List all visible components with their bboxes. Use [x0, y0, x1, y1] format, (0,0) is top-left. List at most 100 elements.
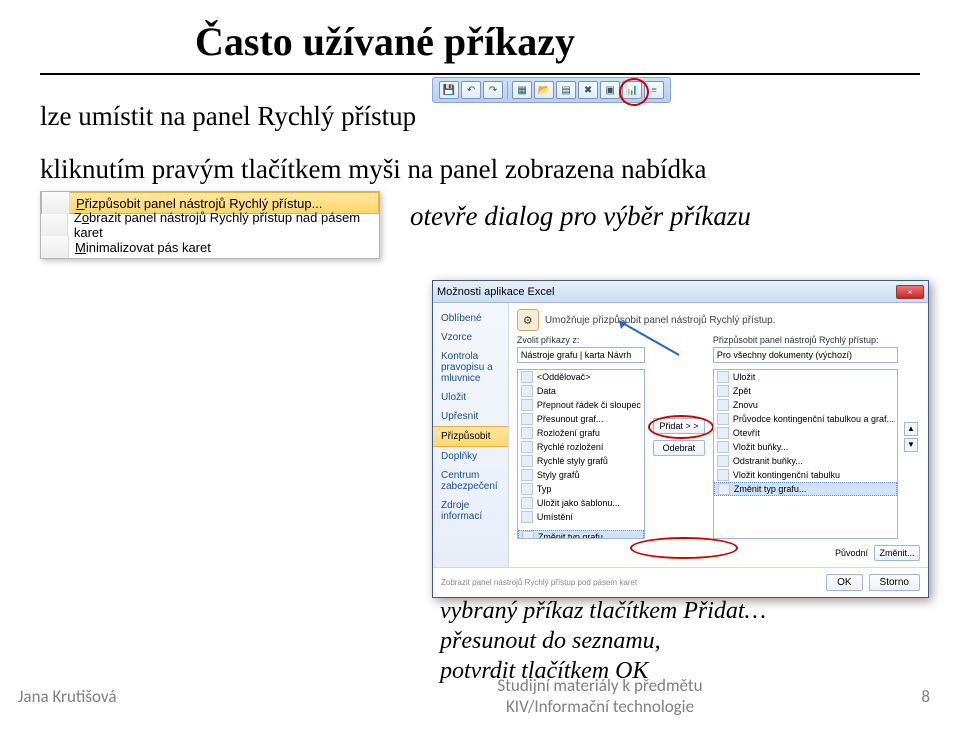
list-item: Typ [518, 482, 644, 496]
cancel-button[interactable]: Storno [869, 574, 920, 591]
slide-title: Často užívané příkazy [40, 18, 920, 73]
menu-icon [41, 214, 68, 236]
dialog-heading: Umožňuje přizpůsobit panel nástrojů Rych… [545, 315, 776, 326]
quick-layout-icon [521, 441, 533, 453]
context-menu: Přizpůsobit panel nástrojů Rychlý přístu… [40, 191, 380, 259]
reset-label: Původní [835, 548, 868, 558]
list-item: Průvodce kontingenční tabulkou a graf... [714, 412, 897, 426]
list-item-change-chart-type[interactable]: Změnit typ grafu... [518, 530, 644, 539]
chart-icon[interactable]: 📊 [622, 81, 642, 99]
dialog-sidebar: Oblíbené Vzorce Kontrola pravopisu a mlu… [433, 303, 509, 567]
list-item: Uložit [714, 370, 897, 384]
sidebar-item-resources[interactable]: Zdroje informací [433, 496, 508, 526]
list-item-change-chart-type[interactable]: Změnit typ grafu... [714, 482, 897, 496]
footer-checkbox-label[interactable]: Zobrazit panel nástrojů Rychlý přístup p… [441, 578, 820, 587]
list-item: Vložit buňky... [714, 440, 897, 454]
save-icon [717, 371, 729, 383]
quick-access-toolbar: 💾 ↶ ↷ ▦ 📂 ▤ ✖ ▣ 📊 ≡ [432, 77, 671, 103]
text-line-3: otevře dialog pro výběr příkazu [410, 201, 751, 232]
move-up-button[interactable]: ▲ [904, 422, 918, 436]
add-button[interactable]: Přidat > > [653, 418, 705, 434]
choose-from-label: Zvolit příkazy z: [517, 335, 645, 345]
dialog-title: Možnosti aplikace Excel [437, 286, 554, 298]
grid-icon[interactable]: ▦ [512, 81, 532, 99]
sidebar-item-proofing[interactable]: Kontrola pravopisu a mluvnice [433, 347, 508, 388]
switch-icon [521, 399, 533, 411]
separator-icon [521, 371, 533, 383]
sidebar-item-customize[interactable]: Přizpůsobit [433, 426, 508, 447]
list-item: Přepnout řádek či sloupec [518, 398, 644, 412]
list-item: Zpět [714, 384, 897, 398]
caption-line-1: vybraný příkaz tlačítkem Přidat… [440, 596, 920, 626]
text-line-1: lze umístit na panel Rychlý přístup [40, 101, 416, 132]
customize-for-select[interactable]: Pro všechny dokumenty (výchozí) [713, 347, 898, 363]
list-item: Rychlé rozložení [518, 440, 644, 454]
caption-line-2: přesunout do seznamu, [440, 626, 920, 656]
sidebar-item-advanced[interactable]: Upřesnit [433, 407, 508, 426]
delete-cells-icon [717, 455, 729, 467]
sidebar-item-trust[interactable]: Centrum zabezpečení [433, 466, 508, 496]
redo-icon [717, 399, 729, 411]
insert-pivot-icon [717, 469, 729, 481]
undo-icon [717, 385, 729, 397]
clear-icon[interactable]: ✖ [578, 81, 598, 99]
undo-icon[interactable]: ↶ [461, 81, 481, 99]
pivot-wizard-icon [717, 413, 729, 425]
change-chart-type-icon [522, 531, 534, 539]
choose-from-select[interactable]: Nástroje grafu | karta Návrh [517, 347, 645, 363]
save-template-icon [521, 497, 533, 509]
customize-for-label: Přizpůsobit panel nástrojů Rychlý přístu… [713, 335, 898, 345]
footer-center-2: KIV/Informační technologie [300, 697, 900, 717]
list-item: Rychlé styly grafů [518, 454, 644, 468]
menu-icon [41, 236, 69, 258]
redo-icon[interactable]: ↷ [483, 81, 503, 99]
menu-icon [42, 192, 70, 214]
list-item: Vložit kontingenční tabulku [714, 468, 897, 482]
sidebar-item-addins[interactable]: Doplňky [433, 447, 508, 466]
save-icon[interactable]: 💾 [439, 81, 459, 99]
ok-button[interactable]: OK [826, 574, 862, 591]
location-icon [521, 511, 533, 523]
text-line-2: kliknutím pravým tlačítkem myši na panel… [40, 154, 920, 185]
caption-block: vybraný příkaz tlačítkem Přidat… přesuno… [440, 596, 920, 686]
list-item: Přesunout graf... [518, 412, 644, 426]
close-icon[interactable]: × [896, 285, 924, 299]
gear-icon: ⚙ [517, 309, 539, 331]
footer-author: Jana Krutišová [0, 686, 300, 707]
sidebar-item-save[interactable]: Uložit [433, 388, 508, 407]
separator [507, 81, 508, 99]
current-commands-list[interactable]: Uložit Zpět Znovu Průvodce kontingenční … [713, 369, 898, 539]
pivot-icon[interactable]: ▣ [600, 81, 620, 99]
move-chart-icon [521, 413, 533, 425]
insert-cells-icon [717, 441, 729, 453]
sidebar-item-formulas[interactable]: Vzorce [433, 328, 508, 347]
open-icon[interactable]: 📂 [534, 81, 554, 99]
list-item: Odstranit buňky... [714, 454, 897, 468]
remove-button[interactable]: Odebrat [653, 440, 705, 456]
list-item: Styly grafů [518, 468, 644, 482]
sidebar-item-favorites[interactable]: Oblíbené [433, 309, 508, 328]
list-item: Znovu [714, 398, 897, 412]
list-item: Umístění [518, 510, 644, 524]
available-commands-list[interactable]: <Oddělovač> Data Přepnout řádek či sloup… [517, 369, 645, 539]
page-number: 8 [900, 686, 960, 707]
layout-icon [521, 427, 533, 439]
move-down-button[interactable]: ▼ [904, 438, 918, 452]
list-item: Uložit jako šablonu... [518, 496, 644, 510]
data-icon [521, 385, 533, 397]
type-icon [521, 483, 533, 495]
list-item: Otevřít [714, 426, 897, 440]
styles-icon [521, 469, 533, 481]
options-dialog: Možnosti aplikace Excel × Oblíbené Vzorc… [432, 280, 929, 598]
sheet-icon[interactable]: ▤ [556, 81, 576, 99]
reset-button[interactable]: Změnit... [874, 545, 920, 561]
list-item: Data [518, 384, 644, 398]
list-item: Rozložení grafu [518, 426, 644, 440]
dialog-titlebar[interactable]: Možnosti aplikace Excel × [433, 281, 928, 303]
list-item: <Oddělovač> [518, 370, 644, 384]
menu-item-show-above[interactable]: Zobrazit panel nástrojů Rychlý přístup n… [41, 214, 379, 236]
change-chart-type-icon [718, 483, 730, 495]
open-icon [717, 427, 729, 439]
slide-footer: Jana Krutišová Studijní materiály k před… [0, 676, 960, 717]
quick-styles-icon [521, 455, 533, 467]
